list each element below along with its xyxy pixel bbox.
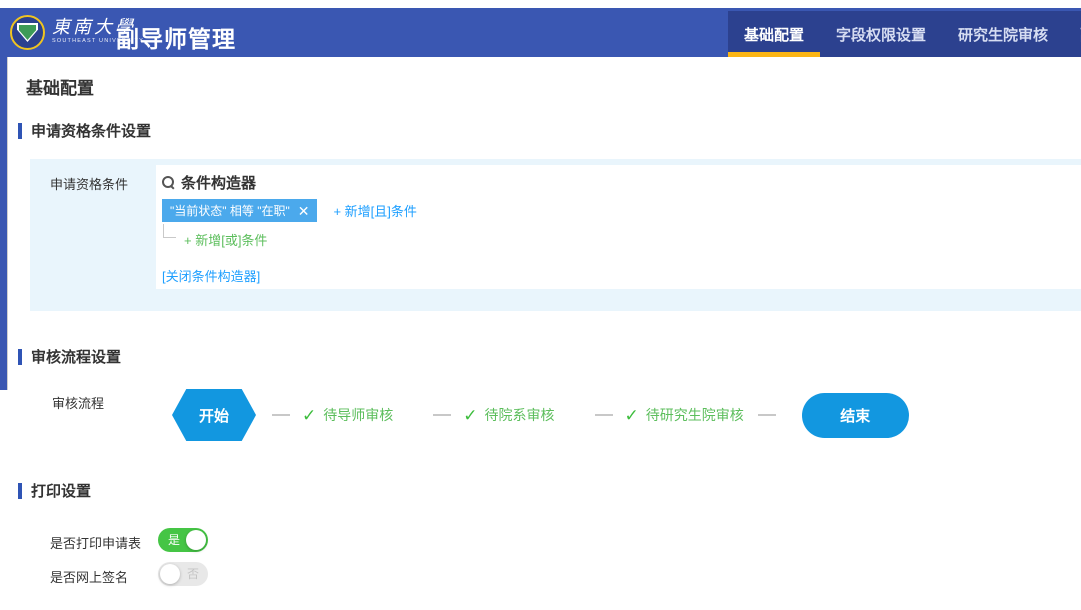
toggle-knob (186, 530, 206, 550)
section-bar (18, 483, 22, 499)
workflow-connector (272, 414, 290, 416)
condition-builder-title: 条件构造器 (162, 171, 1081, 193)
left-rail (0, 57, 8, 390)
workflow-start-node[interactable]: 开始 (172, 389, 256, 441)
check-icon: ✓ (463, 407, 477, 424)
tab-graduate-school-review[interactable]: 研究生院审核 (942, 11, 1064, 57)
section-bar (18, 349, 22, 365)
workflow-step-supervisor-review[interactable]: ✓ 待导师审核 (302, 405, 393, 425)
workflow-diagram: 开始 ✓ 待导师审核 ✓ 待院系审核 ✓ 待研究生院审核 结束 (172, 388, 909, 442)
workflow-connector (433, 414, 451, 416)
workflow-step-graduate-school-review[interactable]: ✓ 待研究生院审核 (625, 405, 744, 425)
print-application-toggle[interactable]: 是 (158, 528, 208, 552)
top-nav: 基础配置 字段权限设置 研究生院审核 副 (728, 11, 1081, 57)
check-icon: ✓ (625, 407, 639, 424)
tab-clipped[interactable]: 副 (1064, 11, 1081, 57)
online-signature-label: 是否网上签名 (50, 567, 128, 586)
toggle-state-text: 是 (168, 533, 180, 547)
section-header-workflow: 审核流程设置 (18, 346, 121, 367)
or-branch-row: + 新增[或]条件 (162, 230, 1081, 248)
page-title: 基础配置 (26, 74, 94, 99)
logo-shield-icon (17, 23, 38, 42)
section-header-print: 打印设置 (18, 480, 91, 501)
condition-row: "当前状态" 相等 "在职" ✕ + 新增[且]条件 (162, 199, 1081, 222)
eligibility-field-label: 申请资格条件 (50, 174, 128, 193)
toggle-knob (160, 564, 180, 584)
close-builder-link[interactable]: [关闭条件构造器] (162, 266, 260, 285)
online-signature-toggle[interactable]: 否 (158, 562, 208, 586)
app-title: 副导师管理 (116, 20, 236, 54)
workflow-connector (595, 414, 613, 416)
section-bar (18, 123, 22, 139)
add-and-condition-link[interactable]: + 新增[且]条件 (333, 201, 416, 220)
tab-basic-config[interactable]: 基础配置 (728, 11, 820, 57)
toggle-state-text: 否 (187, 567, 199, 581)
workflow-connector (758, 414, 776, 416)
add-or-condition-link[interactable]: + 新增[或]条件 (184, 230, 267, 249)
section-header-eligibility: 申请资格条件设置 (18, 120, 151, 141)
condition-builder: 条件构造器 "当前状态" 相等 "在职" ✕ + 新增[且]条件 + 新增[或]… (156, 165, 1081, 289)
workflow-step-department-review[interactable]: ✓ 待院系审核 (463, 405, 554, 425)
eligibility-panel: 申请资格条件 条件构造器 "当前状态" 相等 "在职" ✕ + 新增[且]条件 … (30, 159, 1081, 311)
print-application-label: 是否打印申请表 (50, 533, 141, 552)
or-branch-connector (163, 224, 176, 238)
workflow-field-label: 审核流程 (52, 393, 104, 412)
browser-top-strip (0, 0, 1081, 8)
search-icon (162, 176, 174, 188)
check-icon: ✓ (302, 407, 316, 424)
app-header: 東南大學 SOUTHEAST UNIVERSITY 副导师管理 基础配置 字段权… (0, 8, 1081, 57)
university-logo (10, 15, 45, 50)
condition-tag[interactable]: "当前状态" 相等 "在职" ✕ (162, 199, 317, 222)
workflow-end-node[interactable]: 结束 (802, 393, 909, 438)
remove-condition-icon[interactable]: ✕ (298, 204, 310, 218)
tab-field-permissions[interactable]: 字段权限设置 (820, 11, 942, 57)
